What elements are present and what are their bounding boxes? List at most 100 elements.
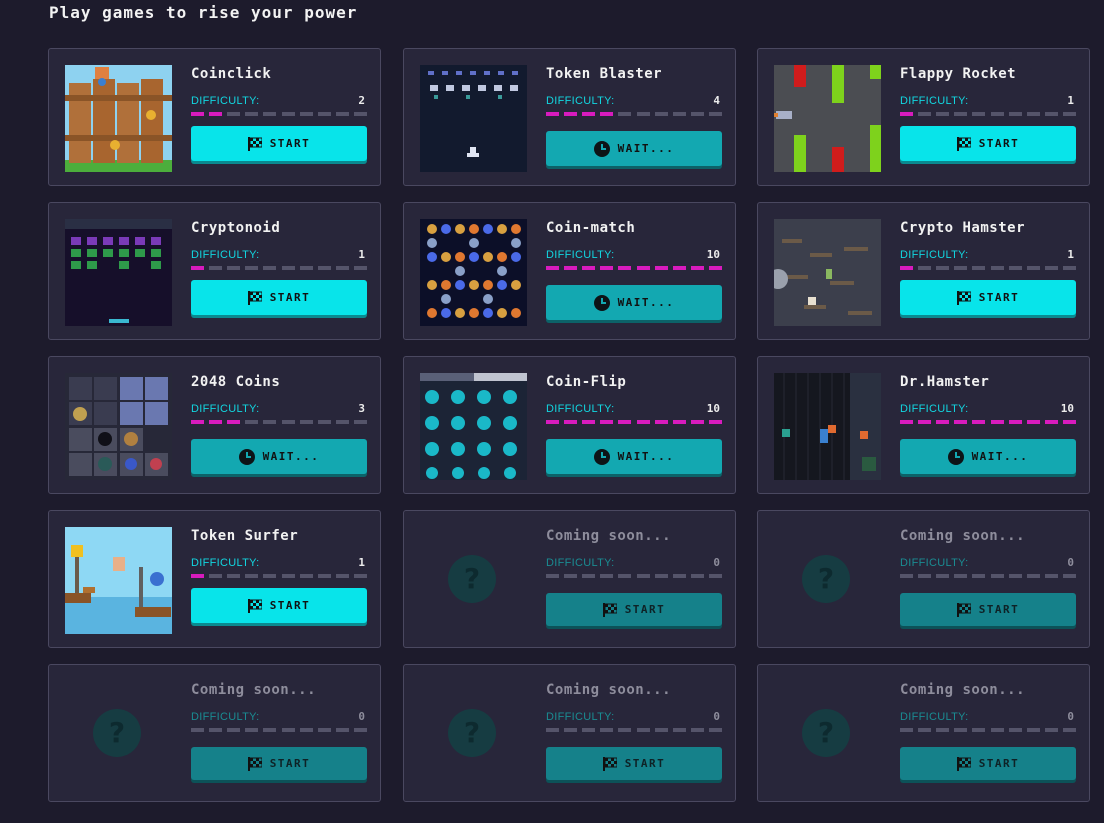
game-card: ? Coming soon... DIFFICULTY: 0 START (757, 664, 1090, 802)
difficulty-segment (245, 420, 259, 424)
game-card: Crypto Hamster DIFFICULTY: 1 START (757, 202, 1090, 340)
difficulty-segment (918, 112, 932, 116)
start-button: START (900, 593, 1076, 626)
difficulty-segment (1008, 112, 1022, 116)
difficulty-segment (353, 266, 367, 270)
difficulty-segment (600, 112, 614, 116)
difficulty-segment (353, 112, 367, 116)
difficulty-segment (317, 574, 331, 578)
difficulty-segment (299, 728, 313, 732)
difficulty-segment (582, 728, 596, 732)
difficulty-label: DIFFICULTY: (546, 403, 615, 415)
wait-button[interactable]: WAIT... (546, 131, 722, 166)
start-button[interactable]: START (900, 126, 1076, 161)
game-card: ? Coming soon... DIFFICULTY: 0 START (403, 664, 736, 802)
difficulty-bar (191, 266, 367, 270)
difficulty-segment (990, 574, 1004, 578)
page-title: Play games to rise your power (49, 3, 358, 22)
difficulty-segment (1008, 420, 1022, 424)
button-label: START (978, 757, 1020, 770)
start-button[interactable]: START (191, 280, 367, 315)
game-thumbnail[interactable] (774, 373, 881, 480)
difficulty-segment (317, 728, 331, 732)
difficulty-value: 10 (706, 402, 720, 415)
difficulty-segment (708, 574, 722, 578)
difficulty-segment (191, 574, 204, 578)
difficulty-bar (546, 112, 722, 116)
start-button[interactable]: START (900, 280, 1076, 315)
game-thumbnail[interactable] (420, 373, 527, 480)
button-label: START (624, 757, 666, 770)
difficulty-segment (227, 574, 241, 578)
start-button[interactable]: START (191, 588, 367, 623)
difficulty-segment (546, 112, 559, 116)
difficulty-bar (900, 728, 1076, 732)
wait-button[interactable]: WAIT... (191, 439, 367, 474)
difficulty-bar (546, 574, 722, 578)
difficulty-segment (900, 112, 913, 116)
difficulty-label: DIFFICULTY: (900, 557, 969, 569)
difficulty-segment (546, 574, 559, 578)
wait-button[interactable]: WAIT... (900, 439, 1076, 474)
difficulty-segment (317, 112, 331, 116)
difficulty-segment (672, 266, 686, 270)
button-label: START (624, 603, 666, 616)
game-thumbnail[interactable] (65, 527, 172, 634)
button-label: START (269, 137, 311, 150)
difficulty-segment (317, 420, 331, 424)
game-card: ? Coming soon... DIFFICULTY: 0 START (757, 510, 1090, 648)
difficulty-segment (582, 112, 596, 116)
difficulty-segment (245, 266, 259, 270)
difficulty-label: DIFFICULTY: (191, 249, 260, 261)
difficulty-segment (245, 112, 259, 116)
difficulty-segment (1044, 728, 1058, 732)
difficulty-segment (227, 420, 241, 424)
difficulty-segment (564, 112, 578, 116)
game-title: Coinclick (191, 66, 272, 82)
game-thumbnail[interactable] (65, 65, 172, 172)
difficulty-segment (636, 728, 650, 732)
difficulty-bar (191, 112, 367, 116)
difficulty-segment (1062, 112, 1076, 116)
difficulty-segment (546, 266, 559, 270)
difficulty-segment (1062, 420, 1076, 424)
difficulty-segment (1008, 574, 1022, 578)
start-button[interactable]: START (191, 126, 367, 161)
difficulty-segment (990, 266, 1004, 270)
game-thumbnail[interactable] (65, 373, 172, 480)
difficulty-segment (708, 728, 722, 732)
difficulty-segment (618, 112, 632, 116)
game-thumbnail[interactable] (774, 219, 881, 326)
difficulty-segment (708, 112, 722, 116)
difficulty-segment (954, 112, 968, 116)
difficulty-segment (335, 112, 349, 116)
difficulty-segment (618, 728, 632, 732)
wait-button[interactable]: WAIT... (546, 439, 722, 474)
difficulty-segment (1026, 420, 1040, 424)
difficulty-segment (546, 420, 559, 424)
difficulty-segment (690, 574, 704, 578)
difficulty-segment (900, 574, 913, 578)
difficulty-segment (209, 266, 223, 270)
game-title: Coin-match (546, 220, 636, 236)
difficulty-segment (209, 574, 223, 578)
difficulty-segment (654, 112, 668, 116)
difficulty-segment (281, 112, 295, 116)
difficulty-segment (299, 266, 313, 270)
difficulty-segment (317, 266, 331, 270)
difficulty-segment (690, 112, 704, 116)
game-thumbnail[interactable] (774, 65, 881, 172)
difficulty-segment (954, 574, 968, 578)
difficulty-segment (335, 728, 349, 732)
game-thumbnail[interactable] (65, 219, 172, 326)
checkered-flag-icon (956, 602, 971, 617)
game-thumbnail[interactable] (420, 65, 527, 172)
wait-button[interactable]: WAIT... (546, 285, 722, 320)
difficulty-label: DIFFICULTY: (900, 95, 969, 107)
difficulty-segment (990, 112, 1004, 116)
difficulty-segment (227, 728, 241, 732)
game-thumbnail[interactable] (420, 219, 527, 326)
difficulty-segment (918, 728, 932, 732)
game-title: Coming soon... (900, 682, 1026, 698)
question-mark-icon: ? (448, 555, 496, 603)
